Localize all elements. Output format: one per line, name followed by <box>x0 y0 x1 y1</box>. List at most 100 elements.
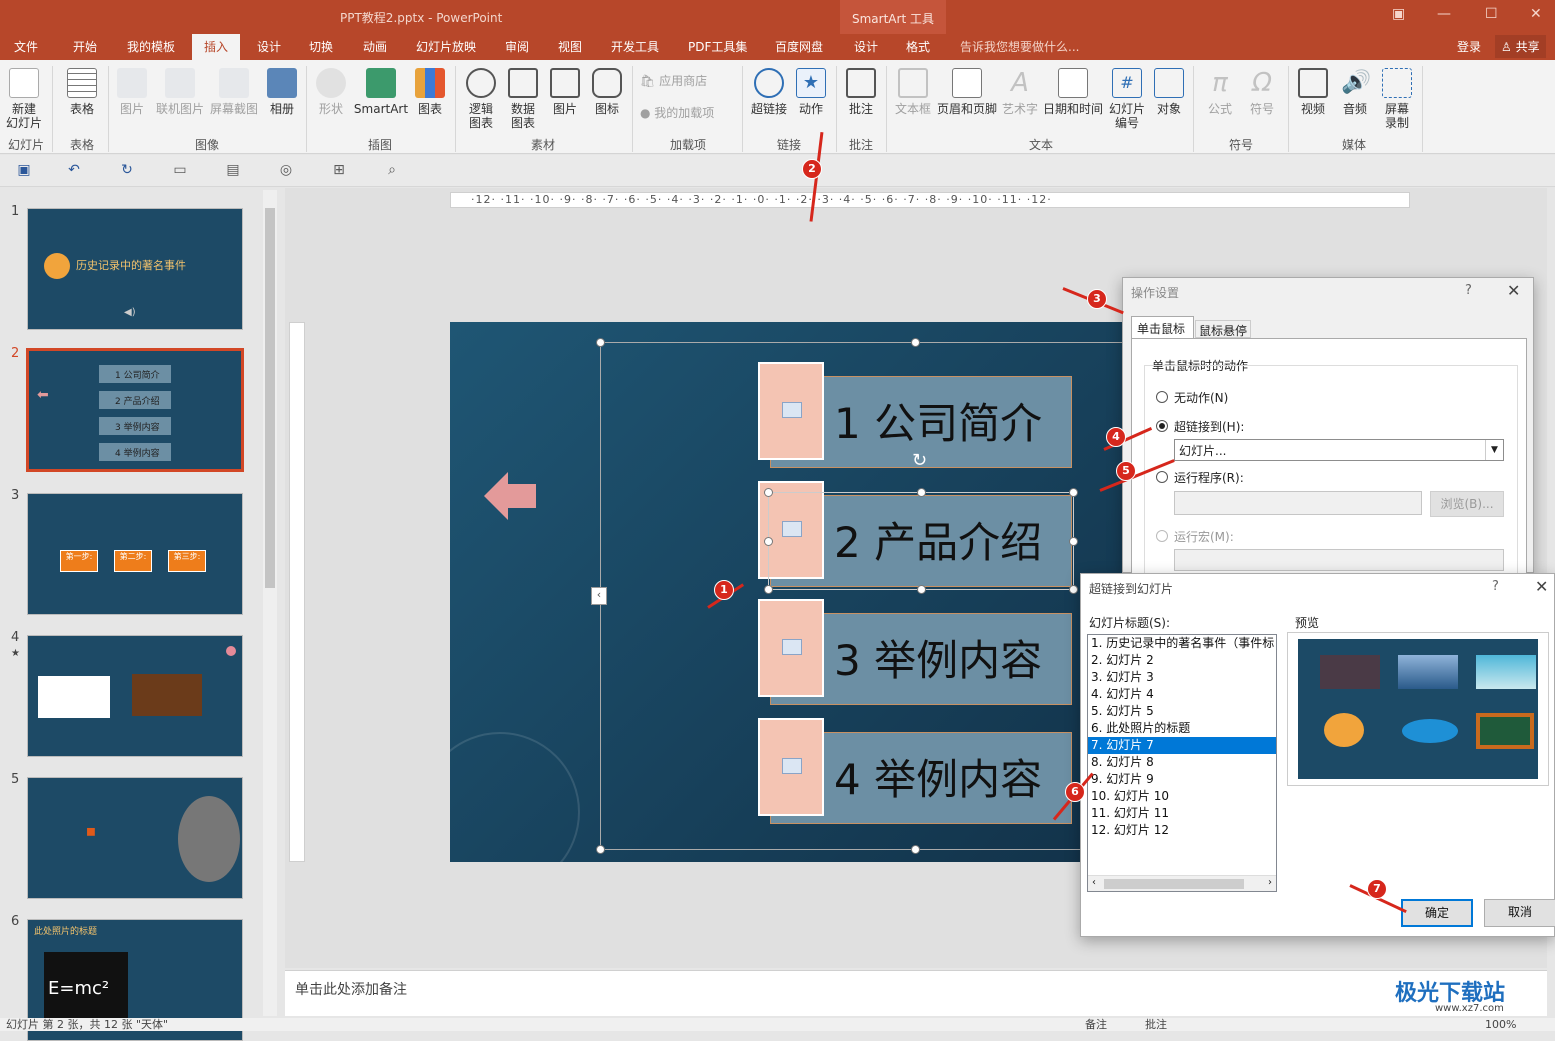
video-button[interactable]: 视频 <box>1294 68 1332 116</box>
slide-titles-list[interactable]: 1. 历史记录中的著名事件（事件标 2. 幻灯片 2 3. 幻灯片 3 4. 幻… <box>1087 634 1277 892</box>
minimize-icon[interactable]: — <box>1437 6 1451 22</box>
scrollbar-thumb[interactable] <box>265 208 275 588</box>
redo-icon[interactable]: ↻ <box>119 162 135 178</box>
notes-toggle[interactable]: 备注 <box>1085 1018 1107 1031</box>
resize-handle[interactable] <box>1069 537 1078 546</box>
resize-handle[interactable] <box>911 845 920 854</box>
list-item[interactable]: 10. 幻灯片 10 <box>1088 788 1276 805</box>
resize-handle[interactable] <box>764 537 773 546</box>
list-item[interactable]: 11. 幻灯片 11 <box>1088 805 1276 822</box>
presenter-icon[interactable]: ⊞ <box>331 162 347 178</box>
tab-smartart-format[interactable]: 格式 <box>906 38 930 55</box>
list-item[interactable]: 5. 幻灯片 5 <box>1088 703 1276 720</box>
program-path-input[interactable] <box>1174 491 1422 515</box>
tab-transitions[interactable]: 切换 <box>309 38 333 55</box>
hyperlink-select[interactable]: 幻灯片... ▼ <box>1174 439 1504 461</box>
slideshow-start-icon[interactable]: ◎ <box>278 162 294 178</box>
slide-thumb-5[interactable]: ◼ <box>27 777 243 899</box>
equation-button[interactable]: π 公式 <box>1200 68 1240 116</box>
preview-icon[interactable]: ⌕ <box>384 162 400 178</box>
smartart-item-1[interactable]: 1 公司简介 <box>758 362 1074 468</box>
save-icon[interactable]: ▣ <box>16 162 32 178</box>
list-item[interactable]: 6. 此处照片的标题 <box>1088 720 1276 737</box>
shapes-button[interactable]: 形状 <box>313 68 349 116</box>
chevron-down-icon[interactable]: ▼ <box>1485 440 1503 460</box>
logic-chart-button[interactable]: 逻辑 图表 <box>462 68 500 130</box>
cancel-button[interactable]: 取消 <box>1484 899 1555 927</box>
tab-file[interactable]: 文件 <box>14 38 38 55</box>
picture-placeholder[interactable] <box>758 718 824 816</box>
resize-handle[interactable] <box>917 488 926 497</box>
slide-thumb-1[interactable]: 历史记录中的著名事件 ◀) <box>27 208 243 330</box>
login-button[interactable]: 登录 <box>1457 38 1481 55</box>
close-window-icon[interactable]: ✕ <box>1530 6 1542 22</box>
item-label[interactable]: 1 公司简介 <box>834 390 1042 451</box>
list-item[interactable]: 4. 幻灯片 4 <box>1088 686 1276 703</box>
textbox-quick-icon[interactable]: ▤ <box>225 162 241 178</box>
resize-handle[interactable] <box>596 845 605 854</box>
scroll-left-icon[interactable]: ‹ <box>1092 877 1096 888</box>
resize-handle[interactable] <box>1069 585 1078 594</box>
tell-me-search[interactable]: 告诉我您想要做什么... <box>960 38 1079 55</box>
tab-animations[interactable]: 动画 <box>363 38 387 55</box>
app-store-button[interactable]: 🛍 应用商店 <box>640 74 720 88</box>
scrollbar-thumb[interactable] <box>1104 879 1244 889</box>
tab-smartart-design[interactable]: 设计 <box>854 38 878 55</box>
list-hscrollbar[interactable]: ‹ › <box>1088 875 1276 891</box>
tab-insert[interactable]: 插入 <box>192 34 241 60</box>
notes-pane[interactable]: 单击此处添加备注 <box>285 970 1547 1016</box>
list-item[interactable]: 2. 幻灯片 2 <box>1088 652 1276 669</box>
run-program-radio[interactable] <box>1156 471 1168 483</box>
header-footer-button[interactable]: 页眉和页脚 <box>935 68 999 116</box>
hyperlink-button[interactable]: 超链接 <box>749 68 789 116</box>
comments-toggle[interactable]: 批注 <box>1145 1018 1167 1031</box>
list-item[interactable]: 8. 幻灯片 8 <box>1088 754 1276 771</box>
tab-design[interactable]: 设计 <box>257 38 281 55</box>
scroll-right-icon[interactable]: › <box>1268 877 1272 888</box>
online-picture-button[interactable]: 联机图片 <box>154 68 206 116</box>
help-icon[interactable]: ? <box>1492 579 1499 594</box>
close-icon[interactable]: ✕ <box>1535 577 1548 596</box>
list-item[interactable]: 1. 历史记录中的著名事件（事件标 <box>1088 635 1276 652</box>
slide-thumb-3[interactable]: 第一步: 第二步: 第三步: <box>27 493 243 615</box>
slide-thumb-2[interactable]: ⬅ 1 公司简介 2 产品介绍 3 举例内容 4 举例内容 <box>26 348 244 472</box>
ok-button[interactable]: 确定 <box>1401 899 1473 927</box>
my-addins-button[interactable]: ● 我的加载项 <box>640 106 736 120</box>
wordart-button[interactable]: A 艺术字 <box>1000 68 1040 116</box>
list-item[interactable]: 3. 幻灯片 3 <box>1088 669 1276 686</box>
zoom-level[interactable]: 100% <box>1485 1018 1516 1031</box>
picture-placeholder[interactable] <box>758 362 824 460</box>
picture-button[interactable]: 图片 <box>114 68 150 116</box>
resize-handle[interactable] <box>917 585 926 594</box>
icon-button[interactable]: 图标 <box>588 68 626 116</box>
hyperlink-radio[interactable] <box>1156 420 1168 432</box>
album-button[interactable]: 相册 <box>262 68 302 116</box>
tab-home[interactable]: 开始 <box>73 38 97 55</box>
smartart-item-3[interactable]: 3 举例内容 <box>758 599 1074 705</box>
textbox-button[interactable]: 文本框 <box>893 68 933 116</box>
close-icon[interactable]: ✕ <box>1507 281 1520 300</box>
item-label[interactable]: 4 举例内容 <box>834 746 1042 807</box>
tab-pdf-tools[interactable]: PDF工具集 <box>688 38 747 55</box>
screenshot-button[interactable]: 屏幕截图 <box>208 68 260 116</box>
undo-icon[interactable]: ↶ <box>66 162 82 178</box>
run-macro-radio[interactable] <box>1156 530 1168 542</box>
resize-handle[interactable] <box>911 338 920 347</box>
smartart-text-pane-toggle[interactable]: ‹ <box>591 587 607 605</box>
action-button[interactable]: ★ 动作 <box>794 68 828 116</box>
audio-button[interactable]: 🔊 音频 <box>1336 68 1374 116</box>
share-button[interactable]: ♙ 共享 <box>1495 35 1546 58</box>
slide-number-button[interactable]: # 幻灯片 编号 <box>1107 68 1147 130</box>
restore-ribbon-icon[interactable]: ▣ <box>1392 6 1405 22</box>
table-button[interactable]: 表格 <box>62 68 102 116</box>
resize-handle[interactable] <box>764 585 773 594</box>
browse-button[interactable]: 浏览(B)... <box>1430 491 1504 517</box>
list-item-selected[interactable]: 7. 幻灯片 7 <box>1088 737 1276 754</box>
list-item[interactable]: 12. 幻灯片 12 <box>1088 822 1276 839</box>
chart-button[interactable]: 图表 <box>412 68 448 116</box>
material-picture-button[interactable]: 图片 <box>546 68 584 116</box>
layout-icon[interactable]: ▭ <box>172 162 188 178</box>
data-chart-button[interactable]: 数据 图表 <box>504 68 542 130</box>
slide-thumb-4[interactable] <box>27 635 243 757</box>
maximize-icon[interactable]: ☐ <box>1485 6 1498 22</box>
